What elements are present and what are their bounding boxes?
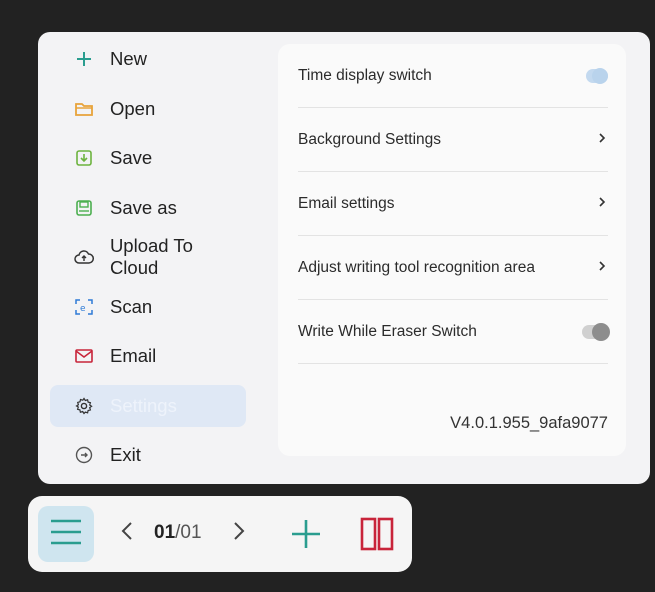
menu-item-label: Scan [110, 295, 153, 317]
chevron-right-icon [596, 195, 608, 213]
chevron-right-icon [233, 521, 245, 546]
time-display-label: Time display switch [298, 66, 432, 84]
menu-item-upload-cloud[interactable]: Upload To Cloud [50, 235, 246, 278]
menu-item-label: Settings [110, 394, 177, 416]
recognition-area-label: Adjust writing tool recognition area [298, 258, 535, 276]
menu-item-label: Exit [110, 444, 141, 465]
email-settings-row[interactable]: Email settings [298, 172, 608, 236]
menu-item-label: Email [110, 345, 157, 366]
hamburger-icon [49, 518, 83, 551]
plus-icon [72, 47, 96, 71]
background-settings-label: Background Settings [298, 130, 442, 148]
current-page: 01 [154, 522, 176, 543]
menu-item-save-as[interactable]: Save as [50, 187, 246, 229]
save-icon [72, 146, 96, 170]
menu-item-email[interactable]: Email [50, 335, 246, 377]
menu-item-label: Upload To Cloud [109, 235, 193, 278]
background-settings-row[interactable]: Background Settings [298, 108, 608, 172]
menu-item-label: Save [110, 147, 153, 168]
folder-icon [72, 97, 96, 121]
write-eraser-row: Write While Eraser Switch [298, 300, 610, 364]
svg-text:e: e [80, 304, 86, 314]
next-page-button[interactable] [228, 520, 250, 546]
write-eraser-label: Write While Eraser Switch [298, 322, 477, 340]
main-menu-panel: New Open Save Save as Upload To Cloud e … [38, 32, 650, 484]
dual-screen-button[interactable] [360, 517, 394, 551]
recognition-area-row[interactable]: Adjust writing tool recognition area [298, 236, 608, 300]
time-display-toggle[interactable] [586, 67, 608, 84]
menu-list: New Open Save Save as Upload To Cloud e … [50, 38, 246, 484]
bottom-toolbar: 01/01 [28, 496, 412, 572]
chevron-left-icon [121, 521, 133, 546]
gear-icon [72, 394, 96, 418]
cloud-upload-icon [72, 245, 96, 269]
settings-card: Time display switch Background Settings … [278, 44, 626, 456]
split-view-icon [360, 517, 394, 555]
add-page-button[interactable] [290, 518, 322, 550]
write-eraser-toggle[interactable] [582, 322, 610, 341]
time-display-row: Time display switch [298, 44, 608, 108]
previous-page-button[interactable] [116, 520, 138, 546]
save-as-icon [72, 196, 96, 220]
menu-item-label: Open [110, 97, 156, 119]
page-indicator: 01/01 [154, 522, 202, 544]
menu-item-label: Save as [110, 196, 177, 218]
email-settings-label: Email settings [298, 194, 395, 212]
mail-icon [72, 344, 96, 368]
menu-item-new[interactable]: New [50, 38, 246, 80]
exit-icon [72, 443, 96, 467]
menu-item-exit[interactable]: Exit [50, 434, 246, 476]
scan-icon: e [72, 295, 96, 319]
menu-item-scan[interactable]: e Scan [50, 286, 246, 328]
menu-item-save[interactable]: Save [50, 137, 246, 179]
chevron-right-icon [596, 131, 608, 149]
menu-item-settings[interactable]: Settings [50, 384, 246, 427]
chevron-right-icon [596, 259, 608, 277]
menu-item-label: New [110, 48, 148, 69]
total-pages: 01 [180, 522, 202, 543]
plus-icon [290, 520, 322, 554]
menu-item-open[interactable]: Open [50, 88, 246, 130]
hamburger-menu-button[interactable] [38, 506, 94, 562]
version-label: V4.0.1.955_9afa9077 [450, 414, 608, 432]
